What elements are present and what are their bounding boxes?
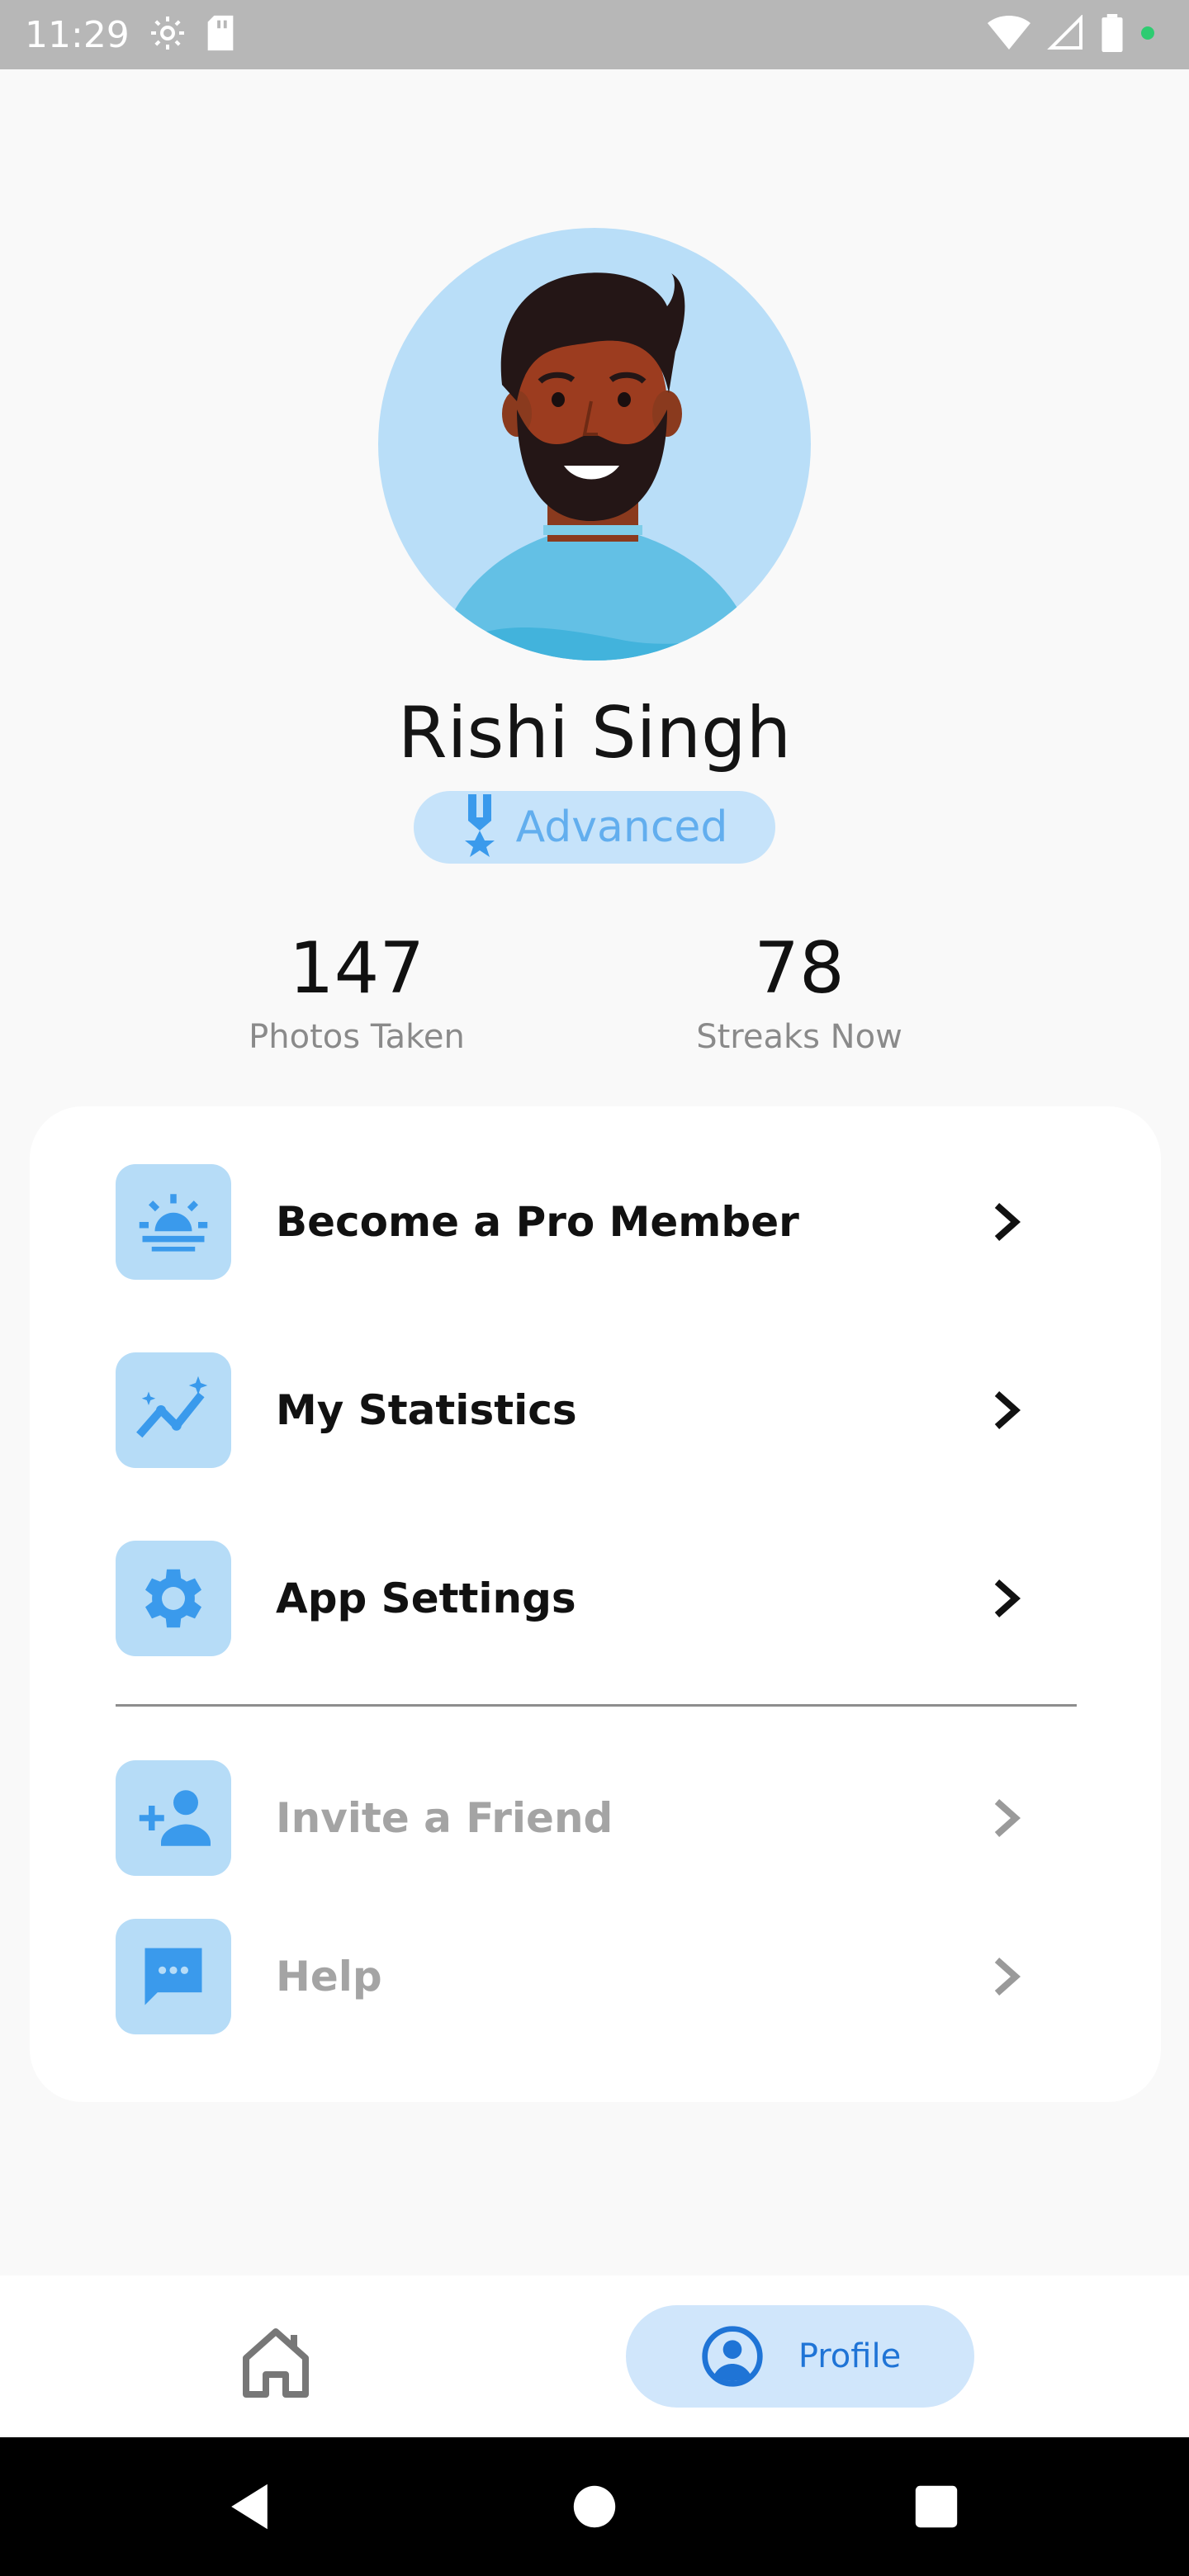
trending-up-icon [116, 1352, 231, 1468]
level-badge: Advanced [414, 791, 775, 864]
menu-item-label: Become a Pro Member [276, 1198, 799, 1246]
menu-item-app-settings[interactable]: App Settings [116, 1541, 1057, 1656]
status-left-icons [148, 13, 237, 57]
medal-icon [462, 793, 498, 861]
stat-streaks-now: 78 Streaks Now [618, 923, 981, 1060]
stat-value: 78 [754, 927, 845, 1010]
signal-icon [1047, 13, 1085, 55]
menu-item-help[interactable]: Help [116, 1919, 1057, 2034]
avatar[interactable] [378, 228, 811, 661]
menu-item-pro-member[interactable]: Become a Pro Member [116, 1164, 1057, 1280]
chevron-right-icon [994, 1579, 1021, 1617]
user-name: Rishi Singh [397, 692, 792, 774]
back-button[interactable] [200, 2437, 299, 2576]
menu-divider [116, 1704, 1077, 1707]
sunrise-icon [116, 1164, 231, 1280]
chevron-right-icon [994, 1799, 1021, 1837]
menu-item-label: Help [276, 1953, 382, 2001]
chat-icon [116, 1919, 231, 2034]
square-recents-icon [915, 2485, 958, 2528]
status-time: 11:29 [25, 13, 130, 56]
account-circle-icon [702, 2326, 763, 2387]
circle-home-icon [573, 2485, 616, 2528]
stat-value: 147 [288, 927, 425, 1010]
stat-photos-taken: 147 Photos Taken [175, 923, 538, 1060]
nav-profile-label: Profile [798, 2337, 902, 2375]
nav-profile-button[interactable]: Profile [626, 2305, 974, 2408]
stat-label: Photos Taken [249, 1018, 465, 1056]
level-label: Advanced [515, 803, 728, 852]
recents-button[interactable] [887, 2437, 986, 2576]
bottom-nav: Profile [0, 2275, 1189, 2436]
menu-item-invite-friend[interactable]: Invite a Friend [116, 1760, 1057, 1876]
menu-item-statistics[interactable]: My Statistics [116, 1352, 1057, 1468]
gear-icon [116, 1541, 231, 1656]
settings-icon [148, 13, 187, 57]
chevron-right-icon [994, 1391, 1021, 1429]
menu-item-label: App Settings [276, 1574, 576, 1622]
menu-item-label: My Statistics [276, 1386, 577, 1434]
back-icon [231, 2484, 268, 2530]
home-system-button[interactable] [545, 2437, 644, 2576]
stat-label: Streaks Now [696, 1018, 902, 1056]
status-bar: 11:29 [0, 0, 1189, 69]
chevron-right-icon [994, 1203, 1021, 1241]
avatar-illustration [436, 272, 758, 661]
sd-card-icon [204, 14, 237, 56]
add-person-icon [116, 1760, 231, 1876]
dot-icon [1139, 25, 1156, 45]
system-nav-bar [0, 2437, 1189, 2576]
menu-item-label: Invite a Friend [276, 1794, 613, 1842]
status-right-icons [988, 0, 1156, 69]
nav-home-button[interactable] [234, 2320, 317, 2403]
wifi-icon [988, 15, 1030, 55]
battery-icon [1101, 13, 1123, 56]
menu-card: Become a Pro Member My Statistics App Se… [30, 1106, 1161, 2102]
home-icon [243, 2328, 309, 2398]
chevron-right-icon [994, 1958, 1021, 1996]
